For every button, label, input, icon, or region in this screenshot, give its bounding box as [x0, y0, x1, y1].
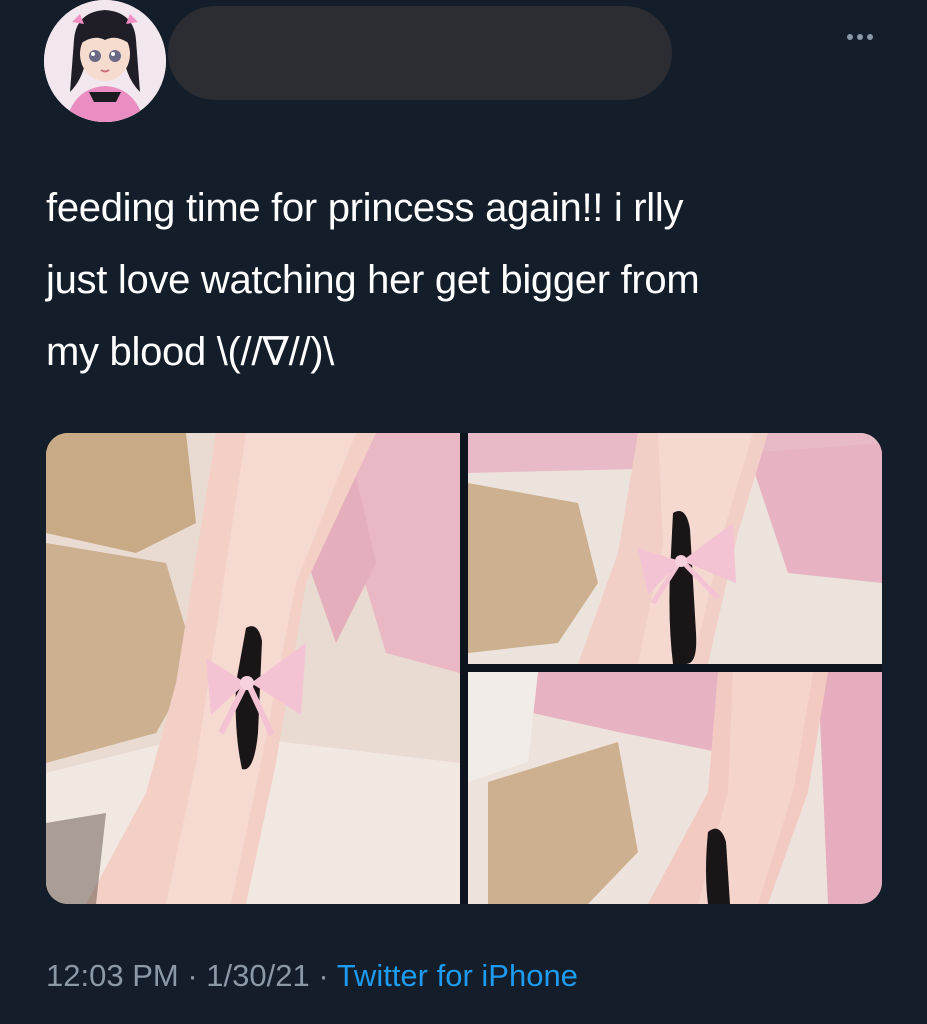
- avatar-anime-girl-image: [44, 0, 166, 122]
- tweet-time[interactable]: 12:03 PM: [46, 958, 179, 993]
- tweet-photo-3[interactable]: [468, 672, 882, 904]
- more-horizontal-icon: [847, 34, 853, 40]
- tweet-text: feeding time for princess again!! i rlly…: [46, 186, 700, 374]
- redacted-username: [168, 6, 672, 100]
- tweet-photo-1[interactable]: [46, 433, 460, 904]
- tweet-photo-2[interactable]: [468, 433, 882, 664]
- more-options-button[interactable]: [838, 22, 882, 52]
- tweet-card: feeding time for princess again!! i rlly…: [0, 0, 927, 1024]
- more-horizontal-icon: [867, 34, 873, 40]
- meta-separator: ·: [178, 958, 207, 993]
- meta-separator: ·: [309, 958, 337, 993]
- avatar[interactable]: [44, 0, 166, 122]
- tweet-meta: 12:03 PM · 1/30/21 · Twitter for iPhone: [46, 958, 578, 994]
- tweet-source-link[interactable]: Twitter for iPhone: [337, 958, 578, 993]
- more-horizontal-icon: [857, 34, 863, 40]
- tweet-date[interactable]: 1/30/21: [206, 958, 309, 993]
- tweet-media-grid: [46, 433, 882, 904]
